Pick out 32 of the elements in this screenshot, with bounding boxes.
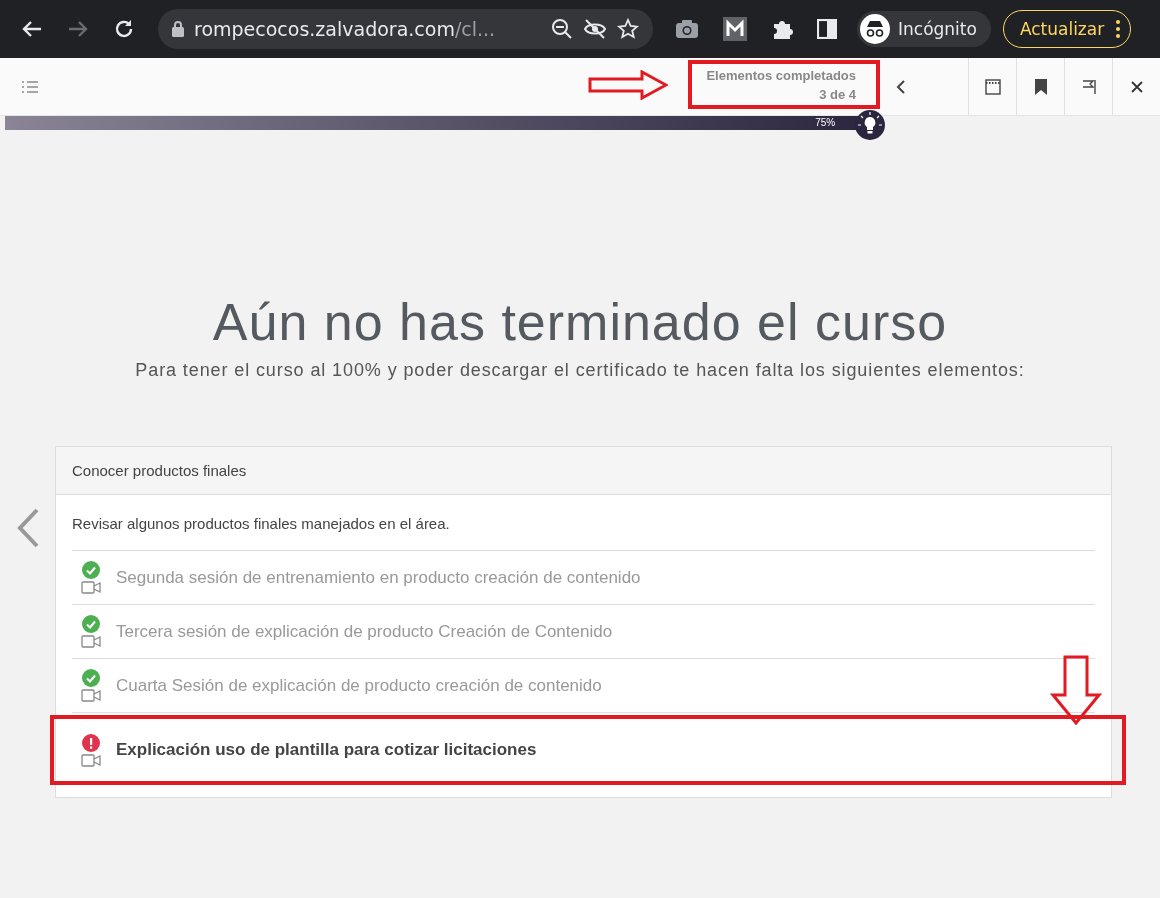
zoom-out-icon[interactable] — [551, 18, 573, 40]
chevron-left-icon — [895, 79, 905, 94]
progress-reading: 75% — [815, 116, 836, 130]
video-camera-icon — [81, 580, 101, 594]
url-path: /cl... — [454, 18, 496, 40]
page-subtitle: Para tener el curso al 100% y poder descargar el certificado te hacen falta los siguientes elementos: — [135, 360, 1025, 381]
card-title: Conocer productos finales — [56, 447, 1111, 495]
completed-label: Elementos completados — [706, 66, 856, 85]
incognito-icon — [860, 14, 890, 44]
lesson-item[interactable]: Explicación uso de plantilla para cotizar licitaciones — [54, 719, 1122, 781]
page-heading: Aún no has terminado el curso — [212, 292, 948, 352]
video-camera-icon — [81, 634, 101, 648]
puzzle-icon[interactable] — [771, 18, 793, 40]
url-host: rompecocos.zalvadora.com — [194, 18, 455, 40]
annotation-arrow — [1050, 655, 1102, 725]
bookmark-icon — [1034, 78, 1047, 95]
lock-icon — [172, 21, 184, 37]
video-camera-icon — [81, 752, 101, 767]
close-icon — [1130, 80, 1143, 93]
extension-m-icon[interactable] — [723, 17, 747, 41]
eye-off-icon[interactable] — [583, 18, 607, 40]
completed-count: 3 de 4 — [819, 85, 856, 104]
more-icon — [1116, 20, 1121, 38]
flag-icon — [1080, 78, 1097, 95]
video-camera-icon — [81, 688, 101, 702]
card-description: Revisar algunos productos finales manejados en el área. — [72, 515, 1095, 551]
incognito-profile-button[interactable]: Incógnito — [857, 11, 991, 47]
notepad-icon — [984, 78, 1001, 95]
address-bar[interactable]: rompecocos.zalvadora.com/cl... — [158, 9, 653, 49]
star-icon[interactable] — [617, 18, 639, 40]
camera-icon[interactable] — [675, 19, 699, 39]
side-panel-icon[interactable] — [817, 19, 837, 39]
